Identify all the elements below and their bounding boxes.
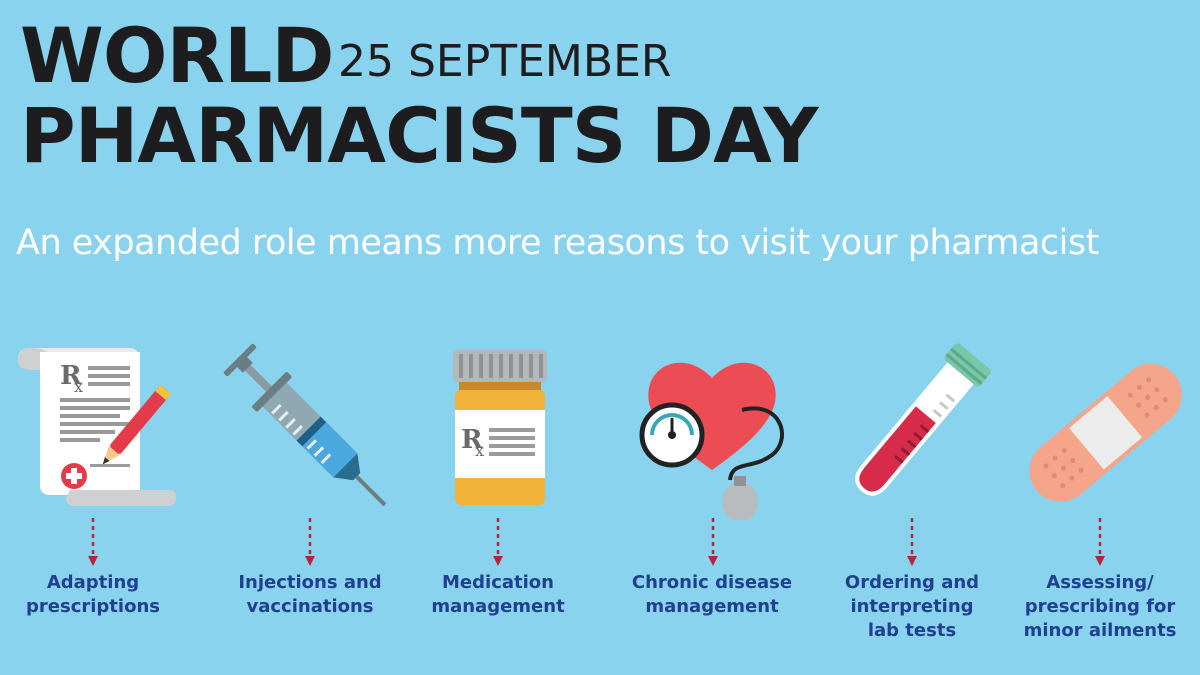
- arrow-2: [305, 518, 315, 568]
- syringe-icon: [215, 340, 405, 520]
- arrow-5: [907, 518, 917, 568]
- page-date: 25 SEPTEMBER: [338, 36, 672, 87]
- arrow-6: [1095, 518, 1105, 568]
- arrow-4: [708, 518, 718, 568]
- pill-bottle-icon: R x: [403, 340, 593, 520]
- arrow-1: [88, 518, 98, 568]
- heart-blood-pressure-icon: [622, 340, 812, 522]
- label-chronic-disease-management: Chronic disease management: [631, 572, 793, 617]
- page-subtitle: An expanded role means more reasons to v…: [16, 223, 1099, 263]
- test-tube-icon: [818, 340, 1008, 520]
- label-lab-tests: Ordering and interpreting lab tests: [844, 572, 980, 641]
- label-minor-ailments: Assessing/ prescribing for minor ailment…: [1023, 572, 1177, 641]
- label-adapting-prescriptions: Adapting prescriptions: [26, 572, 160, 617]
- prescription-scroll-icon: R x: [10, 340, 200, 520]
- label-medication-management: Medication management: [431, 572, 565, 617]
- svg-text:x: x: [475, 441, 484, 460]
- page-title-line1: WORLD: [20, 11, 334, 100]
- label-injections-vaccinations: Injections and vaccinations: [238, 572, 382, 617]
- svg-text:x: x: [74, 377, 83, 396]
- page-title-line2: PHARMACISTS DAY: [20, 91, 819, 180]
- bandage-icon: [1010, 340, 1200, 520]
- arrow-3: [493, 518, 503, 568]
